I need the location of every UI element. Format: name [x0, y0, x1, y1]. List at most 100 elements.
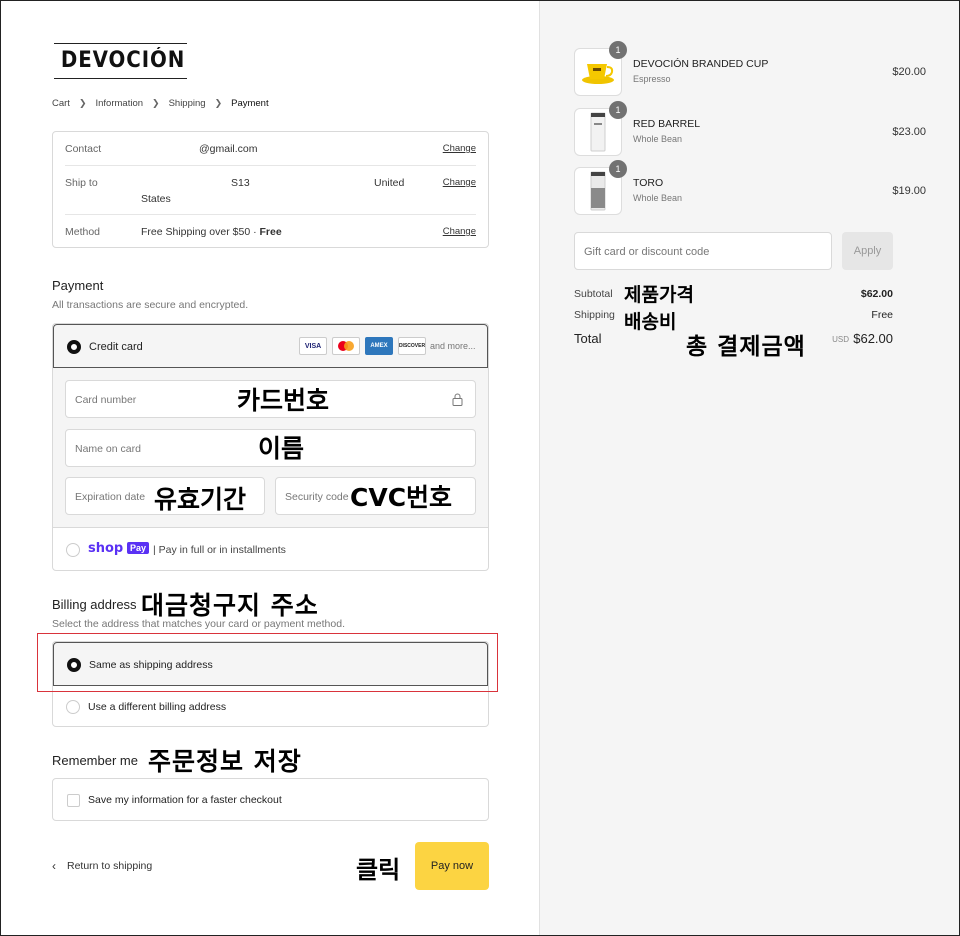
- product-thumbnail-cup: 1: [574, 41, 627, 96]
- ship-address-country-cont: States: [141, 193, 171, 205]
- quantity-badge: 1: [609, 160, 627, 178]
- product-thumbnail-bag: 1: [574, 160, 627, 215]
- subtotal-label: Subtotal: [574, 288, 613, 300]
- review-summary-box: Contact @gmail.com Change Ship to S13 Un…: [52, 131, 489, 248]
- annotation-total: 총 결제금액: [686, 334, 806, 360]
- logo-text: DEVOCIÓN: [60, 48, 186, 73]
- credit-card-option[interactable]: Credit card VISA AMEX DISCOVER and more.…: [53, 324, 488, 368]
- pay-now-button[interactable]: Pay now: [415, 842, 489, 890]
- item-variant: Whole Bean: [633, 193, 683, 203]
- chevron-right-icon: ❯: [78, 98, 87, 108]
- method-free: Free: [259, 226, 282, 238]
- billing-subtitle: Select the address that matches your car…: [52, 618, 345, 630]
- subtotal-value: $62.00: [860, 288, 893, 300]
- divider: [65, 214, 476, 215]
- item-price: $19.00: [892, 185, 926, 197]
- billing-title: Billing address: [52, 597, 137, 612]
- annotation-name: 이름: [258, 434, 305, 463]
- change-contact-link[interactable]: Change: [443, 143, 476, 154]
- shop-pay-badge: Pay: [127, 542, 150, 554]
- remember-title: Remember me: [52, 753, 138, 768]
- item-price: $23.00: [892, 126, 926, 138]
- amex-icon: AMEX: [365, 337, 393, 355]
- chevron-right-icon: ❯: [152, 98, 160, 108]
- shipping-row: Shipping Free: [574, 309, 893, 321]
- breadcrumb-cart[interactable]: Cart: [52, 98, 70, 109]
- chevron-left-icon: ‹: [52, 859, 56, 873]
- annotation-remember: 주문정보 저장: [148, 747, 302, 776]
- discover-icon: DISCOVER: [398, 337, 426, 355]
- method-label: Method: [65, 226, 101, 238]
- shipping-value: Free: [871, 309, 893, 321]
- shop-pay-option[interactable]: shop Pay | Pay in full or in installment…: [53, 529, 488, 570]
- name-on-card-placeholder: Name on card: [75, 443, 141, 455]
- save-info-label: Save my information for a faster checkou…: [88, 794, 282, 806]
- highlight-box: [37, 633, 498, 692]
- total-value: $62.00: [853, 331, 893, 346]
- apply-button[interactable]: Apply: [842, 232, 893, 270]
- breadcrumb-information[interactable]: Information: [96, 98, 144, 109]
- annotation-cvc: CVC번호: [350, 483, 453, 512]
- contact-label: Contact: [65, 143, 102, 155]
- ship-address-country: United: [374, 177, 405, 189]
- credit-card-radio[interactable]: [67, 340, 81, 354]
- card-number-placeholder: Card number: [75, 394, 137, 406]
- security-code-placeholder: Security code: [285, 491, 349, 503]
- ship-address-part: S13: [231, 177, 250, 189]
- chevron-right-icon: ❯: [214, 98, 223, 108]
- different-billing-option[interactable]: Use a different billing address: [53, 686, 488, 728]
- change-method-link[interactable]: Change: [443, 226, 476, 237]
- currency-code: USD: [832, 335, 849, 344]
- and-more-text: and more...: [430, 341, 476, 351]
- mastercard-icon: [332, 337, 360, 355]
- store-logo[interactable]: DEVOCIÓN: [54, 43, 187, 79]
- annotation-expiration: 유효기간: [154, 485, 247, 514]
- lock-icon: [452, 393, 463, 406]
- breadcrumb-payment: Payment: [231, 98, 269, 109]
- shop-pay-logo: shop: [88, 541, 124, 556]
- visa-icon: VISA: [299, 337, 327, 355]
- payment-title: Payment: [52, 278, 104, 293]
- method-value: Free Shipping over $50 · Free: [141, 226, 282, 238]
- item-price: $20.00: [892, 66, 926, 78]
- return-to-shipping-link[interactable]: ‹ Return to shipping: [52, 859, 152, 873]
- order-summary-panel: 1 DEVOCIÓN BRANDED CUP Espresso $20.00 1…: [539, 1, 959, 935]
- return-label: Return to shipping: [67, 860, 153, 872]
- save-info-checkbox[interactable]: [67, 794, 80, 807]
- breadcrumb-shipping[interactable]: Shipping: [169, 98, 206, 109]
- ship-to-label: Ship to: [65, 177, 98, 189]
- ship-to-row: Ship to S13 United States Change: [65, 177, 476, 207]
- item-name: TORO: [633, 177, 664, 189]
- item-name: DEVOCIÓN BRANDED CUP: [633, 58, 769, 70]
- item-variant: Whole Bean: [633, 134, 683, 144]
- product-thumbnail-bag: 1: [574, 101, 627, 156]
- change-ship-link[interactable]: Change: [443, 177, 476, 188]
- quantity-badge: 1: [609, 101, 627, 119]
- shipping-label: Shipping: [574, 309, 615, 321]
- payment-subtitle: All transactions are secure and encrypte…: [52, 299, 249, 311]
- divider: [65, 165, 476, 166]
- shop-pay-text: | Pay in full or in installments: [153, 544, 286, 556]
- expiration-placeholder: Expiration date: [75, 491, 146, 503]
- annotation-shipping: 배송비: [624, 311, 677, 333]
- quantity-badge: 1: [609, 41, 627, 59]
- annotation-subtotal: 제품가격: [624, 284, 694, 306]
- annotation-billing: 대금청구지 주소: [141, 591, 319, 620]
- discount-code-input[interactable]: Gift card or discount code: [574, 232, 832, 270]
- remember-me-box: Save my information for a faster checkou…: [52, 778, 489, 821]
- breadcrumb: Cart ❯ Information ❯ Shipping ❯ Payment: [52, 98, 269, 109]
- shop-pay-radio[interactable]: [66, 543, 80, 557]
- item-variant: Espresso: [633, 74, 671, 84]
- cart-item: 1 DEVOCIÓN BRANDED CUP Espresso $20.00: [574, 41, 926, 96]
- contact-value: @gmail.com: [199, 143, 258, 155]
- subtotal-row: Subtotal $62.00: [574, 288, 893, 300]
- different-billing-radio[interactable]: [66, 700, 80, 714]
- method-text: Free Shipping over $50 ·: [141, 226, 260, 238]
- cart-item: 1 TORO Whole Bean $19.00: [574, 160, 926, 215]
- item-name: RED BARREL: [633, 118, 701, 130]
- credit-card-label: Credit card: [89, 341, 143, 353]
- total-label: Total: [574, 331, 602, 346]
- annotation-click: 클릭: [356, 856, 401, 884]
- different-billing-label: Use a different billing address: [88, 701, 227, 713]
- annotation-card-number: 카드번호: [237, 386, 330, 415]
